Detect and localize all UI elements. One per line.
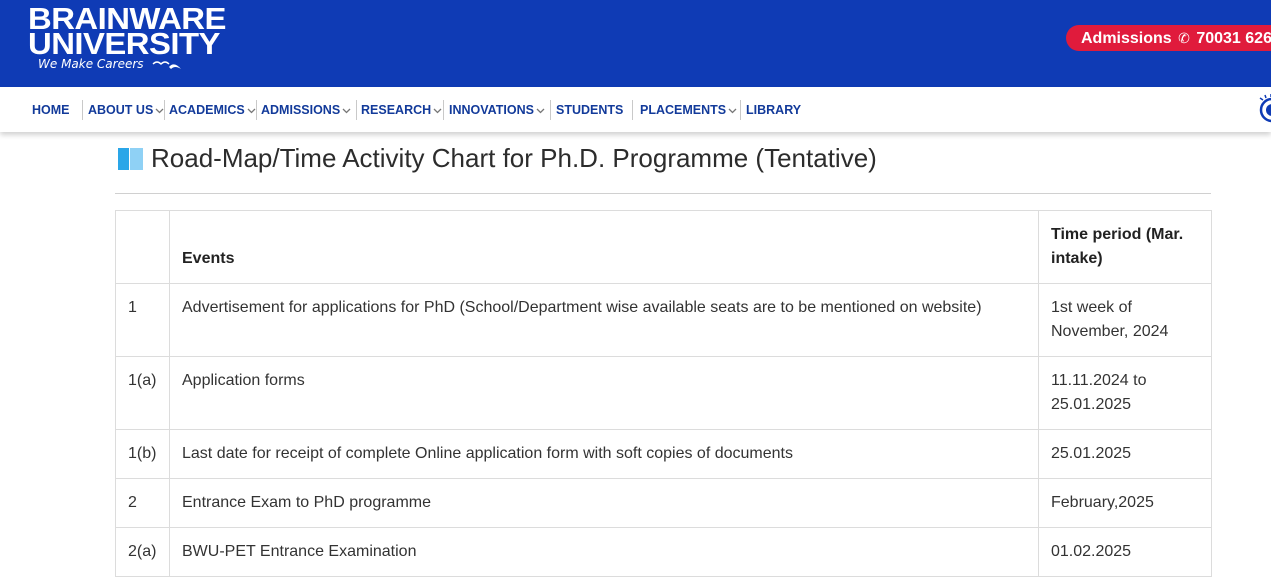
nav-divider xyxy=(443,100,444,120)
nav-item-label: INNOVATIONS xyxy=(449,103,534,117)
nav-item-home[interactable]: HOME xyxy=(32,101,70,119)
nav-item-about-us[interactable]: ABOUT US xyxy=(88,101,164,119)
nav-item-innovations[interactable]: INNOVATIONS xyxy=(449,101,545,119)
table-header-row: Events Time period (Mar. intake) xyxy=(115,210,1212,284)
nav-divider xyxy=(740,100,741,120)
nav-divider xyxy=(356,100,357,120)
nav-item-label: PLACEMENTS xyxy=(640,103,727,117)
accreditation-badge-icon[interactable] xyxy=(1257,93,1271,123)
bird-icon xyxy=(152,60,182,69)
row-event: Application forms xyxy=(169,356,1039,430)
nav-item-label: ABOUT US xyxy=(88,103,154,117)
page-title: Road-Map/Time Activity Chart for Ph.D. P… xyxy=(151,143,877,173)
table-row: 2(a) BWU-PET Entrance Examination 01.02.… xyxy=(115,527,1212,577)
nav-item-research[interactable]: RESEARCH xyxy=(361,101,442,119)
row-number: 2 xyxy=(115,478,170,528)
admissions-phone: 70031 6260 xyxy=(1196,30,1271,47)
nav-divider xyxy=(256,100,257,120)
nav-divider xyxy=(550,100,551,120)
logo-line-2: UNIVERSITY xyxy=(28,26,220,61)
chevron-down-icon xyxy=(155,108,164,114)
chevron-down-icon xyxy=(536,108,545,114)
nav-item-label: HOME xyxy=(32,103,70,117)
nav-item-label: ACADEMICS xyxy=(169,103,245,117)
nav-item-label: LIBRARY xyxy=(746,103,802,117)
chevron-down-icon xyxy=(728,108,737,114)
nav-item-library[interactable]: LIBRARY xyxy=(746,101,801,119)
table-row: 1 Advertisement for applications for PhD… xyxy=(115,283,1212,357)
row-number: 1(b) xyxy=(115,429,170,479)
nav-item-label: ADMISSIONS xyxy=(261,103,341,117)
row-event: BWU-PET Entrance Examination xyxy=(169,527,1039,577)
site-header: BRAINWARE UNIVERSITY We Make Careers Adm… xyxy=(0,0,1271,87)
row-time-period: 1st week of November, 2024 xyxy=(1038,283,1212,357)
nav-item-academics[interactable]: ACADEMICS xyxy=(169,101,256,119)
row-number: 2(a) xyxy=(115,527,170,577)
university-logo[interactable]: BRAINWARE UNIVERSITY xyxy=(28,3,226,59)
nav-item-placements[interactable]: PLACEMENTS xyxy=(640,101,737,119)
row-number: 1(a) xyxy=(115,356,170,430)
row-time-period: 01.02.2025 xyxy=(1038,527,1212,577)
row-time-period: 11.11.2024 to 25.01.2025 xyxy=(1038,356,1212,430)
nav-divider xyxy=(82,100,83,120)
main-navigation: HOME ABOUT US ACADEMICS ADMISSIONS RESEA… xyxy=(0,87,1271,132)
row-number: 1 xyxy=(115,283,170,357)
column-header-time-period: Time period (Mar. intake) xyxy=(1038,210,1212,284)
nav-item-admissions[interactable]: ADMISSIONS xyxy=(261,101,351,119)
table-row: 1(b) Last date for receipt of complete O… xyxy=(115,429,1212,479)
phone-icon: ✆ xyxy=(1178,30,1190,46)
row-time-period: 25.01.2025 xyxy=(1038,429,1212,479)
row-event: Entrance Exam to PhD programme xyxy=(169,478,1039,528)
column-header-events: Events xyxy=(169,210,1039,284)
nav-divider xyxy=(632,100,633,120)
column-header-number xyxy=(115,210,170,284)
nav-item-label: RESEARCH xyxy=(361,103,432,117)
nav-divider xyxy=(164,100,165,120)
table-row: 1(a) Application forms 11.11.2024 to 25.… xyxy=(115,356,1212,430)
admissions-label: Admissions xyxy=(1081,30,1172,47)
chevron-down-icon xyxy=(247,108,256,114)
nav-item-label: STUDENTS xyxy=(556,103,624,117)
book-icon xyxy=(118,148,143,170)
admissions-contact-button[interactable]: Admissions ✆ 70031 6260 xyxy=(1066,25,1271,51)
roadmap-table: Events Time period (Mar. intake) 1 Adver… xyxy=(115,210,1212,577)
nav-item-students[interactable]: STUDENTS xyxy=(556,101,623,119)
chevron-down-icon xyxy=(342,108,351,114)
row-time-period: February,2025 xyxy=(1038,478,1212,528)
row-event: Last date for receipt of complete Online… xyxy=(169,429,1039,479)
logo-tagline: We Make Careers xyxy=(38,57,183,71)
tagline-text: We Make Careers xyxy=(38,57,144,71)
row-event: Advertisement for applications for PhD (… xyxy=(169,283,1039,357)
title-divider xyxy=(115,193,1211,194)
chevron-down-icon xyxy=(433,108,442,114)
table-row: 2 Entrance Exam to PhD programme Februar… xyxy=(115,478,1212,528)
